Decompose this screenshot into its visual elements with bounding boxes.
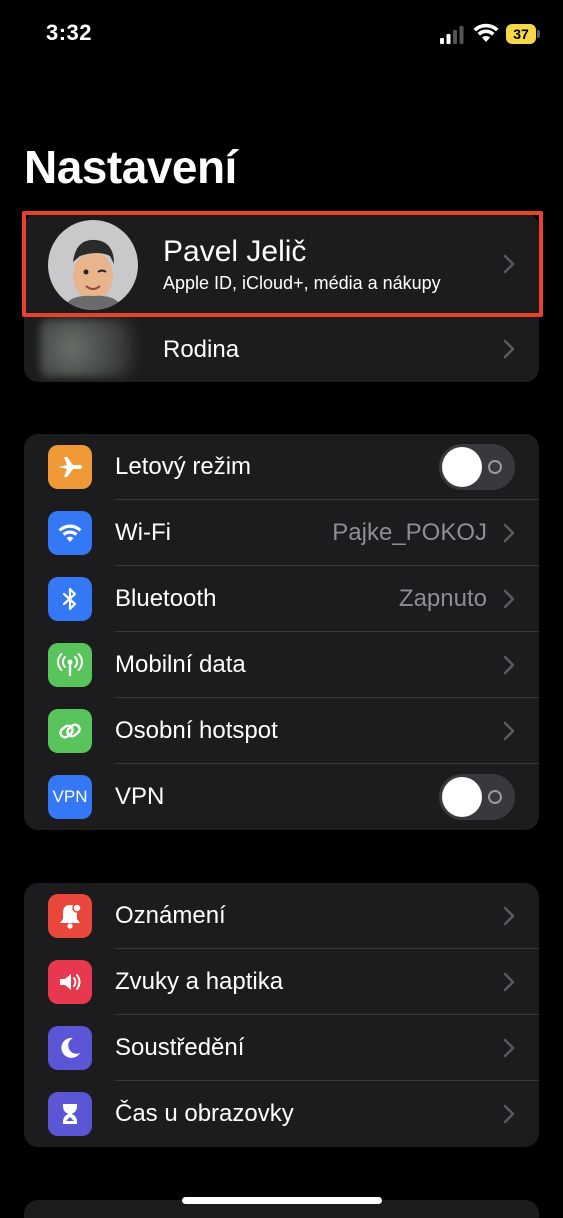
profile-group: Pavel Jelič Apple ID, iCloud+, média a n…	[24, 213, 539, 382]
battery-icon: 37	[506, 24, 540, 44]
connectivity-group: Letový režim Wi-Fi Pajke_POKOJ Bluetooth…	[24, 434, 539, 830]
row-label: Zvuky a haptika	[115, 968, 284, 995]
page-title: Nastavení	[24, 141, 237, 193]
hotspot-icon	[48, 709, 92, 753]
airplane-mode-toggle[interactable]	[439, 444, 515, 490]
row-label: Osobní hotspot	[115, 717, 278, 744]
hourglass-icon	[48, 1092, 92, 1136]
battery-tip	[537, 30, 540, 38]
row-notifications[interactable]: Oznámení	[24, 883, 539, 949]
moon-icon	[48, 1026, 92, 1070]
chevron-right-icon	[503, 906, 515, 926]
row-personal-hotspot[interactable]: Osobní hotspot	[24, 698, 539, 764]
row-airplane-mode[interactable]: Letový režim	[24, 434, 539, 500]
chevron-right-icon	[503, 1104, 515, 1124]
profile-name: Pavel Jelič	[163, 235, 307, 268]
apple-id-row[interactable]: Pavel Jelič Apple ID, iCloud+, média a n…	[24, 213, 539, 315]
row-label: Letový režim	[115, 453, 252, 480]
speaker-icon	[48, 960, 92, 1004]
wifi-status-icon	[473, 23, 499, 42]
row-label: Soustředění	[115, 1034, 245, 1061]
chevron-right-icon	[503, 655, 515, 675]
family-label: Rodina	[163, 336, 240, 363]
battery-level: 37	[506, 24, 536, 44]
row-label: Mobilní data	[115, 651, 246, 678]
chevron-right-icon	[503, 589, 515, 609]
row-wifi[interactable]: Wi-Fi Pajke_POKOJ	[24, 500, 539, 566]
row-vpn[interactable]: VPN VPN	[24, 764, 539, 830]
row-focus[interactable]: Soustředění	[24, 1015, 539, 1081]
vpn-toggle[interactable]	[439, 774, 515, 820]
vpn-icon: VPN	[48, 775, 92, 819]
family-avatars	[40, 319, 148, 377]
chevron-right-icon	[503, 523, 515, 543]
settings-screen: 3:32 37 Nastavení Pavel Jelič Apple ID, …	[0, 0, 563, 1218]
chevron-right-icon	[503, 972, 515, 992]
chevron-right-icon	[503, 339, 515, 359]
bluetooth-status-value: Zapnuto	[398, 585, 487, 612]
row-screen-time[interactable]: Čas u obrazovky	[24, 1081, 539, 1147]
chevron-right-icon	[503, 721, 515, 741]
row-label: Bluetooth	[115, 585, 217, 612]
row-mobile-data[interactable]: Mobilní data	[24, 632, 539, 698]
family-row[interactable]: Rodina	[24, 315, 539, 382]
bell-icon	[48, 894, 92, 938]
antenna-icon	[48, 643, 92, 687]
home-indicator[interactable]	[182, 1197, 382, 1204]
profile-subtitle: Apple ID, iCloud+, média a nákupy	[163, 273, 441, 293]
status-bar: 3:32 37	[0, 0, 563, 70]
airplane-icon	[48, 445, 92, 489]
row-label: Čas u obrazovky	[115, 1100, 294, 1127]
row-label: Oznámení	[115, 902, 226, 929]
row-label: Wi-Fi	[115, 519, 171, 546]
wifi-network-value: Pajke_POKOJ	[332, 519, 487, 546]
chevron-right-icon	[503, 254, 515, 274]
row-sounds-haptics[interactable]: Zvuky a haptika	[24, 949, 539, 1015]
notifications-group: Oznámení Zvuky a haptika Soustředění Čas	[24, 883, 539, 1147]
cellular-signal-icon	[440, 26, 464, 44]
row-label: VPN	[115, 783, 165, 810]
bluetooth-icon	[48, 577, 92, 621]
avatar	[48, 220, 138, 310]
wifi-icon	[48, 511, 92, 555]
row-bluetooth[interactable]: Bluetooth Zapnuto	[24, 566, 539, 632]
status-time: 3:32	[46, 20, 93, 45]
chevron-right-icon	[503, 1038, 515, 1058]
